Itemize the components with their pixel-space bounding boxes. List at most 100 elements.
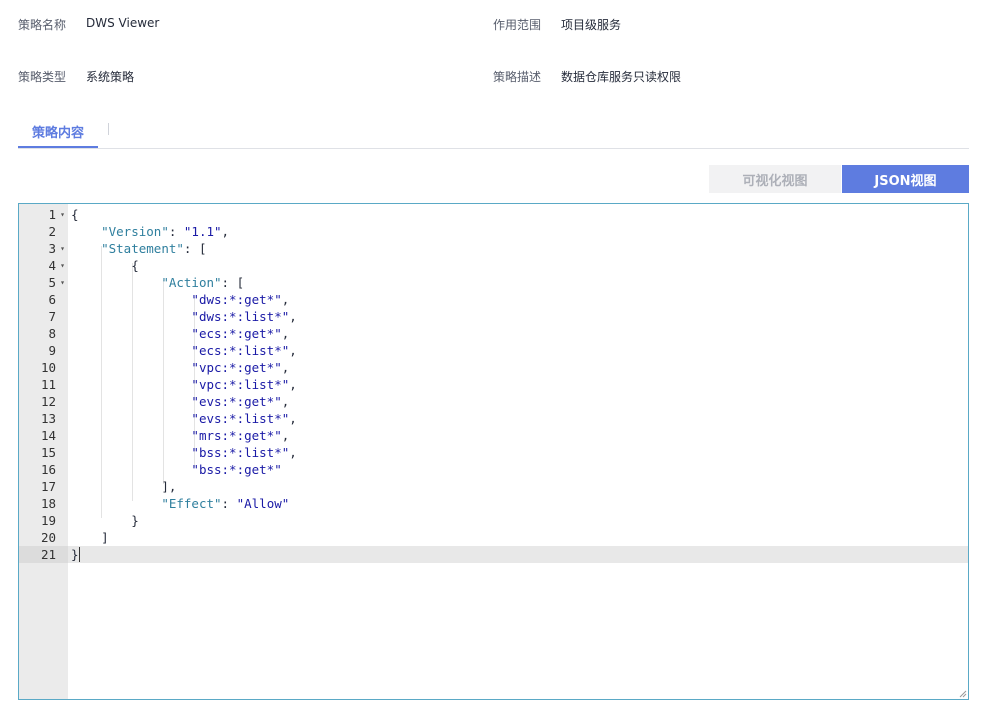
resize-handle-icon[interactable]: [959, 690, 967, 698]
code-line[interactable]: "Version": "1.1",: [68, 223, 968, 240]
code-line[interactable]: "ecs:*:list*",: [68, 342, 968, 359]
code-line[interactable]: "vpc:*:get*",: [68, 359, 968, 376]
json-punctuation: ,: [289, 309, 297, 324]
line-number: 17: [19, 478, 68, 495]
line-number: 4 ▾: [19, 257, 68, 274]
code-line[interactable]: }: [68, 546, 968, 563]
code-area[interactable]: { "Version": "1.1", "Statement": [ { "Ac…: [68, 204, 968, 699]
code-line[interactable]: {: [68, 206, 968, 223]
json-string: "dws:*:get*": [191, 292, 282, 307]
json-punctuation: }: [131, 513, 139, 528]
json-punctuation: [: [198, 241, 207, 256]
policy-name-value: DWS Viewer: [86, 16, 160, 30]
code-line[interactable]: ],: [68, 478, 968, 495]
json-string: "ecs:*:list*": [191, 343, 290, 358]
line-number-text: 21: [40, 547, 56, 562]
code-line[interactable]: "Action": [: [68, 274, 968, 291]
code-line[interactable]: {: [68, 257, 968, 274]
json-string: "ecs:*:get*": [191, 326, 282, 341]
fold-arrow-icon[interactable]: ▾: [60, 257, 65, 274]
code-line[interactable]: "evs:*:list*",: [68, 410, 968, 427]
json-punctuation: ],: [161, 479, 177, 494]
json-punctuation: ,: [281, 394, 290, 409]
line-number-text: 9: [48, 343, 56, 358]
line-number-text: 17: [40, 479, 56, 494]
json-punctuation: ,: [289, 343, 297, 358]
json-string: "1.1": [183, 224, 222, 239]
policy-type-value: 系统策略: [86, 70, 135, 84]
line-number: 20: [19, 529, 68, 546]
line-number-text: 16: [40, 462, 56, 477]
line-number: 9: [19, 342, 68, 359]
line-number: 1 ▾: [19, 206, 68, 223]
code-line[interactable]: "bss:*:list*",: [68, 444, 968, 461]
line-number-text: 6: [48, 292, 56, 307]
line-number: 10: [19, 359, 68, 376]
fold-arrow-icon[interactable]: ▾: [60, 274, 65, 291]
code-line[interactable]: "dws:*:list*",: [68, 308, 968, 325]
json-string: "bss:*:list*": [191, 445, 290, 460]
line-number-text: 19: [40, 513, 56, 528]
json-string: "bss:*:get*": [191, 462, 282, 477]
json-separator: :: [221, 496, 237, 511]
code-line[interactable]: "evs:*:get*",: [68, 393, 968, 410]
code-line[interactable]: "mrs:*:get*",: [68, 427, 968, 444]
line-number: 12: [19, 393, 68, 410]
line-number-text: 8: [48, 326, 56, 341]
tab-policy-content[interactable]: 策略内容: [18, 116, 98, 148]
json-punctuation: [: [236, 275, 245, 290]
json-editor[interactable]: 1 ▾ 2 3 ▾ 4 ▾ 5 ▾ 6 7 8 9 10 11 12 13 14 15 16 17 18 19 20 21 { …: [18, 203, 969, 700]
code-line[interactable]: "dws:*:get*",: [68, 291, 968, 308]
code-line[interactable]: "bss:*:get*": [68, 461, 968, 478]
json-punctuation: ]: [101, 530, 109, 545]
fold-arrow-icon[interactable]: ▾: [60, 206, 65, 223]
line-number: 11: [19, 376, 68, 393]
json-string: "evs:*:list*": [191, 411, 290, 426]
line-number: 21: [19, 546, 68, 563]
json-string: "vpc:*:list*": [191, 377, 290, 392]
json-key: "Action": [161, 275, 222, 290]
code-line[interactable]: "ecs:*:get*",: [68, 325, 968, 342]
code-line[interactable]: "Statement": [: [68, 240, 968, 257]
json-punctuation: ,: [289, 377, 297, 392]
line-number-text: 15: [40, 445, 56, 460]
line-number: 14: [19, 427, 68, 444]
json-punctuation: ,: [281, 360, 290, 375]
code-line[interactable]: }: [68, 512, 968, 529]
code-line[interactable]: "Effect": "Allow": [68, 495, 968, 512]
json-view-button[interactable]: JSON视图: [842, 165, 969, 193]
text-cursor: [79, 547, 80, 562]
json-separator: :: [168, 224, 184, 239]
visual-view-button[interactable]: 可视化视图: [709, 165, 841, 193]
code-line[interactable]: "vpc:*:list*",: [68, 376, 968, 393]
json-key: "Effect": [161, 496, 222, 511]
line-number: 8: [19, 325, 68, 342]
line-number: 2: [19, 223, 68, 240]
line-number: 5 ▾: [19, 274, 68, 291]
line-number: 13: [19, 410, 68, 427]
policy-name-label: 策略名称: [18, 18, 67, 32]
fold-arrow-icon[interactable]: ▾: [60, 240, 65, 257]
line-number-text: 7: [48, 309, 56, 324]
policy-desc-value: 数据仓库服务只读权限: [561, 70, 682, 84]
line-number: 6: [19, 291, 68, 308]
code-line[interactable]: ]: [68, 529, 968, 546]
json-string: "mrs:*:get*": [191, 428, 282, 443]
json-string: "Allow": [236, 496, 290, 511]
tab-divider: [108, 123, 109, 135]
